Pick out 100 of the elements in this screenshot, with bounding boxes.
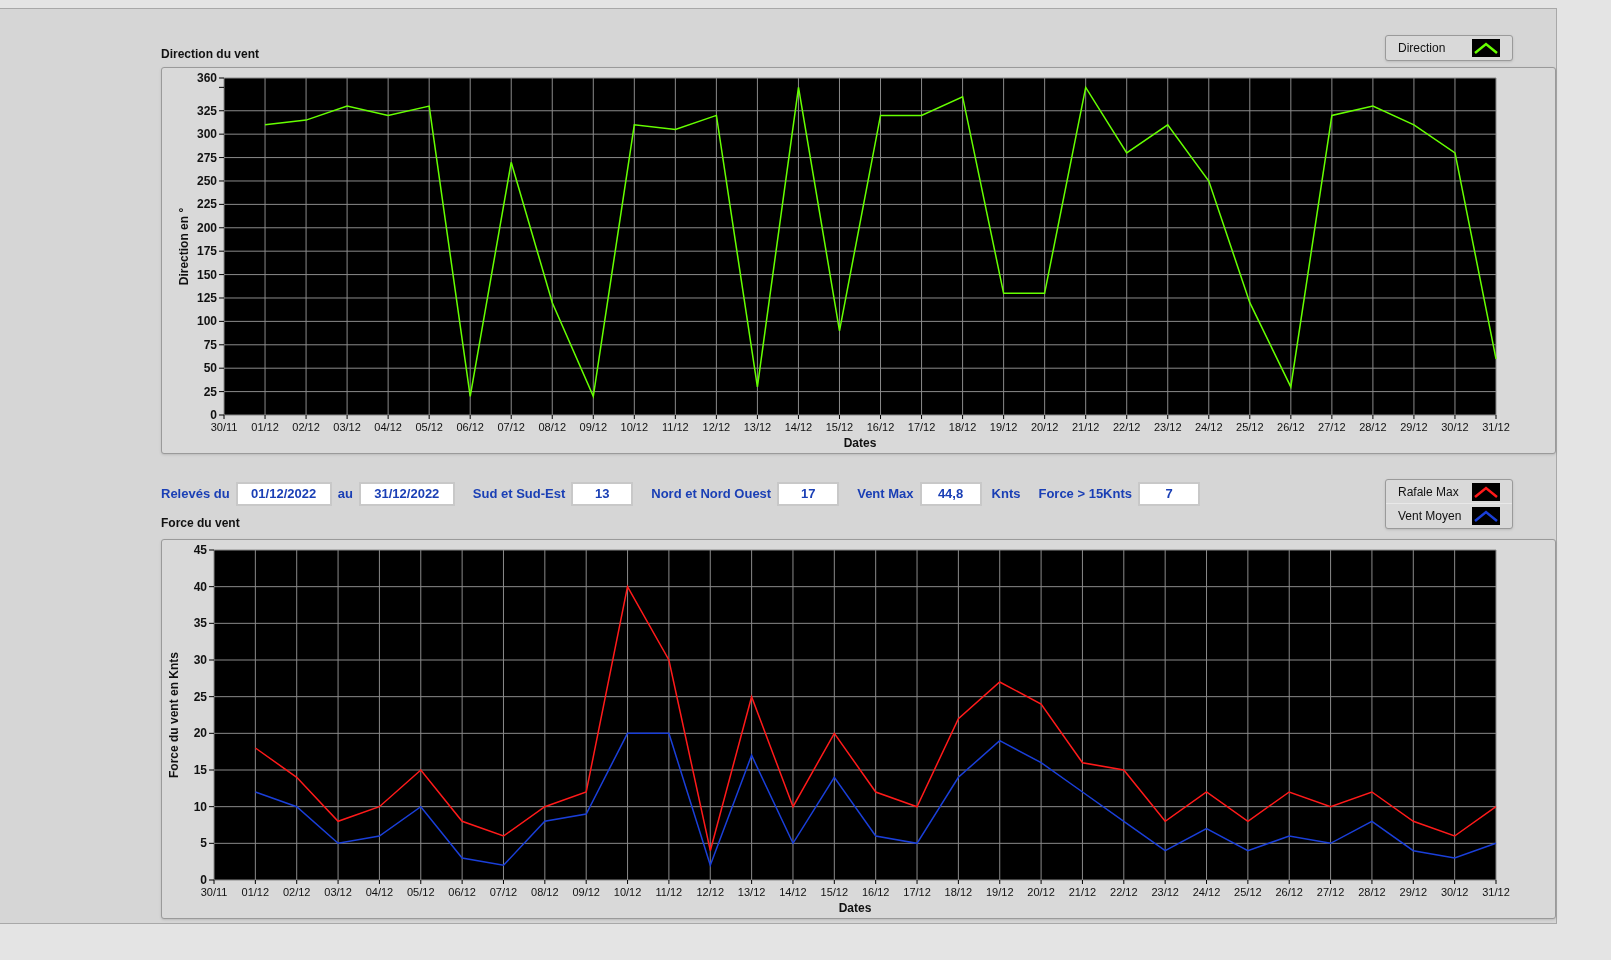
y-tick-label: 15 [193, 763, 207, 777]
y-tick-label: 5 [200, 836, 207, 851]
x-tick-label: 21/12 [1071, 421, 1100, 433]
x-tick-label: 12/12 [702, 421, 731, 433]
x-tick-label: 03/12 [333, 421, 361, 433]
x-tick-label: 22/12 [1110, 886, 1138, 898]
x-tick-label: 20/12 [1030, 421, 1059, 433]
x-tick-label: 01/12 [241, 886, 270, 898]
x-tick-label: 19/12 [989, 421, 1018, 433]
x-tick-label: 08/12 [531, 886, 559, 898]
x-tick-label: 02/12 [282, 886, 311, 898]
unit-label: Knts [991, 485, 1021, 504]
x-tick-label: 21/12 [1068, 886, 1097, 898]
x-axis-title: Dates [838, 901, 872, 915]
x-tick-label: 08/12 [538, 421, 566, 433]
y-tick-label: 35 [193, 616, 207, 631]
x-tick-label: 01/12 [251, 421, 279, 433]
x-tick-label: 29/12 [1399, 886, 1428, 898]
chart-title: Force du vent [161, 515, 241, 532]
x-tick-label: 26/12 [1277, 421, 1305, 433]
value-field: 7 [1138, 482, 1200, 506]
legend-label: Direction [1398, 40, 1446, 57]
x-tick-label: 24/12 [1192, 886, 1221, 898]
y-tick-label: 325 [196, 103, 217, 118]
x-tick-label: 10/12 [613, 886, 642, 898]
x-tick-label: 06/12 [448, 886, 476, 898]
x-tick-label: 04/12 [365, 886, 394, 898]
x-tick-label: 25/12 [1236, 421, 1264, 433]
x-tick-label: 07/12 [497, 421, 525, 433]
x-tick-label: 16/12 [861, 886, 890, 898]
y-tick-label: 300 [196, 127, 217, 142]
field-label: Relevés du [161, 485, 230, 504]
x-tick-label: 05/12 [407, 886, 435, 898]
y-tick-label: 45 [193, 543, 207, 557]
legend-label: Vent Moyen [1398, 508, 1462, 525]
y-tick-label: 225 [196, 197, 217, 212]
y-tick-label: 250 [196, 173, 217, 188]
x-tick-label: 28/12 [1358, 886, 1386, 898]
x-tick-label: 03/12 [324, 886, 352, 898]
field-label: Nord et Nord Ouest [651, 485, 772, 504]
x-tick-label: 31/12 [1482, 421, 1510, 433]
value-field: 17 [777, 482, 840, 506]
y-tick-label: 25 [203, 384, 217, 399]
y-tick-label: 0 [200, 873, 207, 887]
x-tick-label: 11/12 [655, 886, 683, 898]
legend-label: Rafale Max [1398, 483, 1459, 501]
x-tick-label: 12/12 [696, 886, 724, 898]
x-tick-label: 30/12 [1440, 886, 1469, 898]
y-tick-label: 150 [196, 267, 217, 282]
y-tick-label: 125 [196, 291, 217, 305]
field-label: au [337, 485, 353, 504]
x-tick-label: 14/12 [784, 421, 813, 433]
value-field: 01/12/2022 [235, 482, 332, 506]
y-tick-label: 50 [203, 361, 217, 376]
x-tick-label: 09/12 [579, 421, 608, 433]
x-tick-label: 27/12 [1316, 886, 1345, 898]
value-field: 13 [571, 482, 634, 506]
x-tick-label: 30/11 [210, 421, 238, 433]
x-axis-title: Dates [843, 436, 877, 450]
y-tick-label: 0 [210, 408, 217, 422]
y-tick-label: 30 [193, 653, 207, 667]
y-axis-title: Force du vent en Knts [167, 652, 181, 778]
x-tick-label: 30/12 [1441, 421, 1469, 433]
y-tick-label: 75 [203, 337, 217, 352]
x-tick-label: 17/12 [907, 421, 936, 433]
x-tick-label: 13/12 [743, 421, 772, 433]
x-tick-label: 14/12 [779, 886, 807, 898]
x-tick-label: 20/12 [1027, 886, 1055, 898]
chart-title: Direction du vent [161, 46, 259, 63]
y-tick-label: 275 [196, 150, 217, 165]
field-label: Sud et Sud-Est [472, 485, 566, 504]
x-tick-label: 23/12 [1151, 886, 1179, 898]
y-axis-title: Direction en ° [177, 207, 191, 286]
x-tick-label: 18/12 [948, 421, 977, 433]
x-tick-label: 23/12 [1154, 421, 1182, 433]
x-tick-label: 10/12 [620, 421, 649, 433]
value-field: 44,8 [919, 482, 982, 506]
field-label: Vent Max [857, 485, 914, 504]
x-tick-label: 31/12 [1482, 886, 1510, 898]
x-tick-label: 24/12 [1195, 421, 1223, 433]
x-tick-label: 19/12 [986, 886, 1014, 898]
y-tick-label: 40 [193, 579, 207, 594]
x-tick-label: 05/12 [415, 421, 443, 433]
x-tick-label: 15/12 [825, 421, 854, 433]
y-tick-label: 100 [196, 314, 217, 329]
y-tick-label: 175 [196, 244, 217, 259]
x-tick-label: 02/12 [292, 421, 320, 433]
x-tick-label: 17/12 [903, 886, 931, 898]
x-tick-label: 29/12 [1400, 421, 1428, 433]
y-tick-label: 360 [196, 71, 217, 85]
y-tick-label: 25 [193, 689, 207, 704]
x-tick-label: 18/12 [944, 886, 973, 898]
x-tick-label: 26/12 [1275, 886, 1303, 898]
x-tick-label: 04/12 [374, 421, 402, 433]
x-tick-label: 22/12 [1112, 421, 1141, 433]
x-tick-label: 15/12 [820, 886, 849, 898]
y-tick-label: 200 [196, 220, 217, 235]
x-tick-label: 11/12 [662, 421, 689, 433]
x-tick-label: 06/12 [456, 421, 484, 433]
x-tick-label: 16/12 [866, 421, 895, 433]
